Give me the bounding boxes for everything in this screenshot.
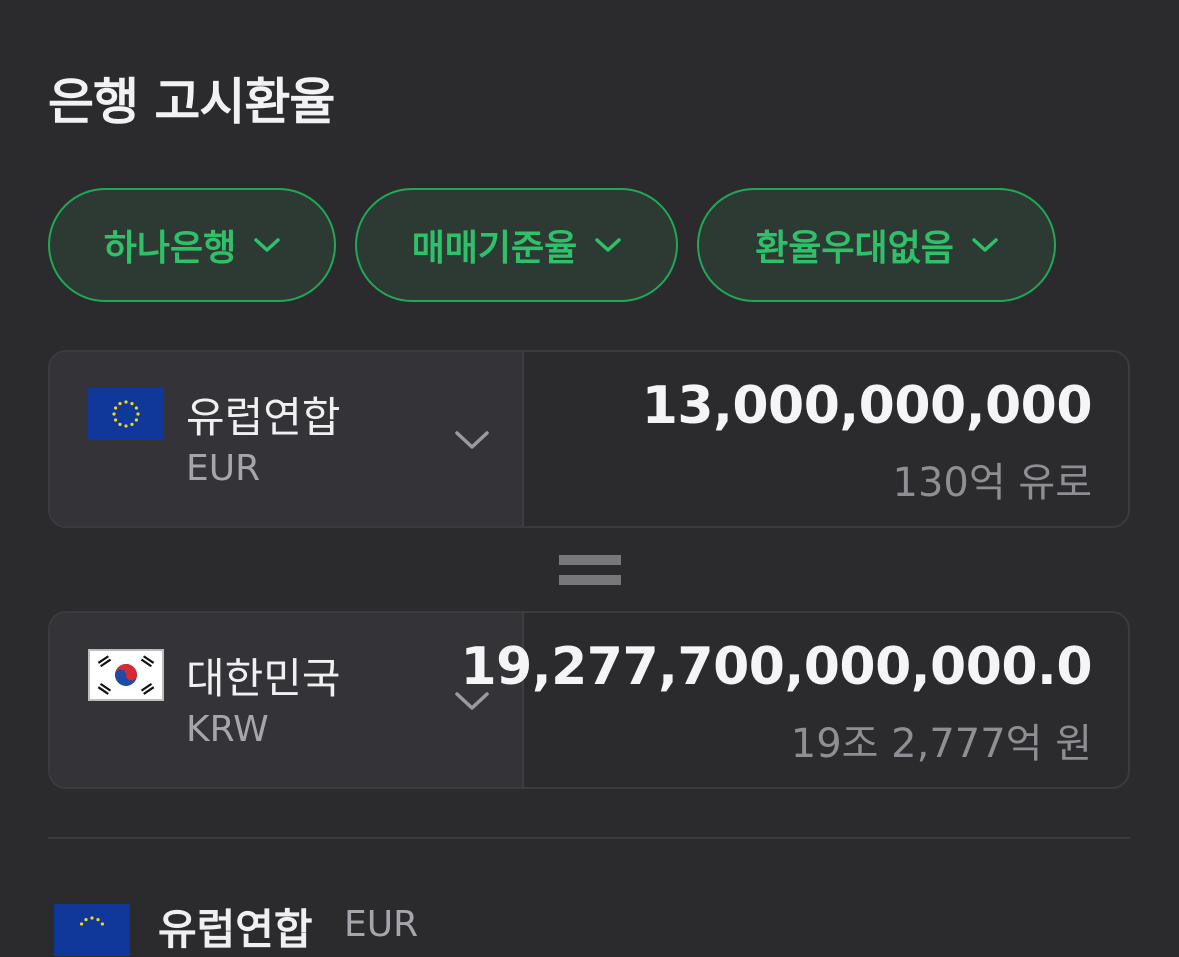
chevron-down-icon	[254, 238, 280, 252]
to-amount-value: 19,277,700,000,000.0	[460, 637, 1093, 697]
to-currency-card: 대한민국 KRW 19,277,700,000,000.0 19조 2,777억…	[48, 611, 1130, 789]
to-currency-selector[interactable]: 대한민국 KRW	[50, 613, 524, 787]
preferential-rate-filter-chip[interactable]: 환율우대없음	[697, 188, 1056, 302]
bank-filter-chip[interactable]: 하나은행	[48, 188, 336, 302]
kr-flag-icon	[88, 649, 164, 701]
list-item-country-name[interactable]: 유럽연합	[158, 896, 313, 957]
preferential-rate-filter-label: 환율우대없음	[755, 228, 954, 269]
chevron-down-icon	[972, 238, 998, 252]
from-amount-input[interactable]: 13,000,000,000	[642, 376, 1093, 436]
to-country-name: 대한민국	[186, 654, 341, 703]
from-currency-selector[interactable]: 유럽연합 EUR	[50, 352, 524, 526]
rate-type-filter-label: 매매기준율	[411, 228, 578, 269]
bank-filter-label: 하나은행	[103, 228, 237, 269]
equals-icon	[559, 553, 621, 587]
from-currency-code: EUR	[186, 448, 261, 489]
list-item-currency-code: EUR	[344, 904, 419, 945]
eu-flag-icon	[88, 388, 164, 440]
rate-type-filter-chip[interactable]: 매매기준율	[355, 188, 678, 302]
to-amount-words: 19조 2,777억 원	[790, 721, 1092, 767]
chevron-down-icon	[455, 431, 489, 449]
eu-flag-icon	[54, 904, 130, 956]
from-currency-card: 유럽연합 EUR 13,000,000,000 130억 유로	[48, 350, 1130, 528]
from-country-name: 유럽연합	[186, 393, 341, 442]
from-amount-words: 130억 유로	[892, 460, 1092, 506]
section-divider	[48, 837, 1130, 839]
chevron-down-icon	[595, 238, 622, 252]
to-currency-code: KRW	[186, 709, 269, 750]
page-title: 은행 고시환율	[48, 73, 335, 131]
